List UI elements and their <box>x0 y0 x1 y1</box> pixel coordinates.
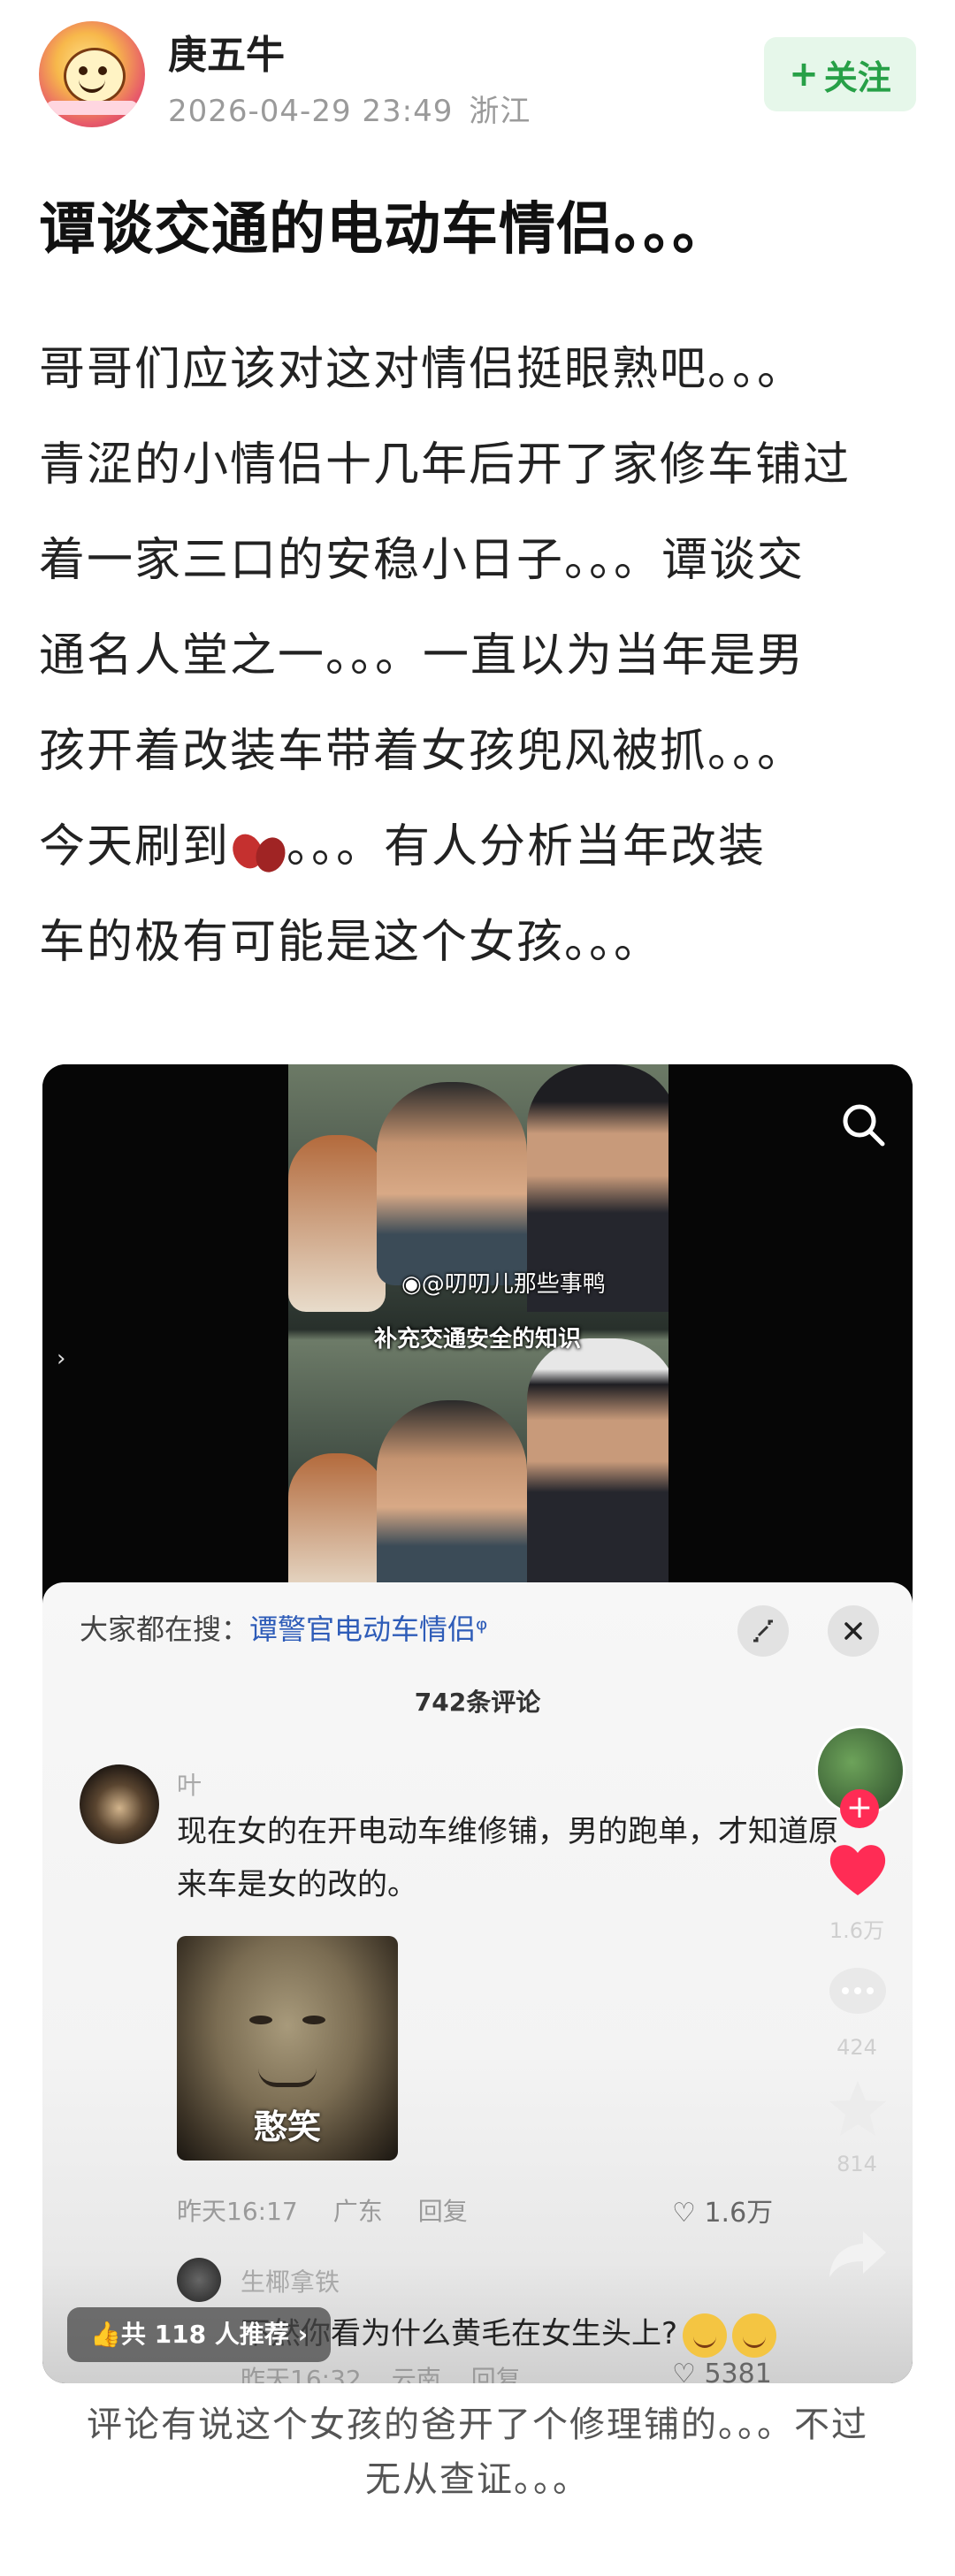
bean-emoji <box>230 832 286 867</box>
weibo-icon: ◉ <box>401 1271 422 1298</box>
post-meta: 2026-04-29 23:49 浙江 <box>168 87 546 130</box>
comment-meta: 昨天16:17 广东 回复 <box>177 2192 503 2228</box>
like-outline-icon: ♡ <box>672 2359 696 2383</box>
post-body: 哥哥们应该对这对情侣挺眼熟吧。。。 青涩的小情侣十几年后开了家修车铺过 着一家三… <box>39 322 923 990</box>
reply-user[interactable]: 生椰拿铁 <box>241 2263 340 2298</box>
reply-meta: 昨天16:32 云南 回复 <box>241 2360 551 2383</box>
search-prefix: 大家都在搜： <box>80 1612 250 1646</box>
body-line: 哥哥们应该对这对情侣挺眼熟吧。。。 <box>39 343 806 396</box>
post-title: 谭谈交通的电动车情侣。。。 <box>39 197 730 263</box>
embedded-screenshot[interactable]: ◉@叨叨儿那些事鸭 补充交通安全的知识 › 大家都在搜：谭警官电动车情侣ᵠ 74… <box>42 1064 913 2383</box>
smile-emoji <box>683 2313 728 2358</box>
star-icon[interactable] <box>824 2077 891 2139</box>
close-icon[interactable] <box>828 1605 879 1657</box>
like-count: 1.6万 <box>829 1918 885 1943</box>
body-line: 通名人堂之一。。。一直以为当年是男 <box>39 629 806 682</box>
heart-icon[interactable] <box>824 1839 891 1901</box>
reply-button[interactable]: 回复 <box>418 2197 468 2226</box>
author-name[interactable]: 庚五牛 <box>168 23 285 80</box>
recommend-badge[interactable]: 👍共 118 人推荐 › <box>67 2307 332 2362</box>
comment-icon[interactable] <box>824 1962 891 2024</box>
video-player[interactable]: ◉@叨叨儿那些事鸭 补充交通安全的知识 › <box>42 1064 913 1595</box>
caption-line: 评论有说这个女孩的爸开了个修理铺的。。。不过 <box>87 2405 868 2445</box>
chevron-right-icon[interactable]: › <box>57 1345 65 1372</box>
body-line: 着一家三口的安稳小日子。。。谭谈交 <box>39 534 806 587</box>
body-fragment: 今天刷到 <box>39 820 231 873</box>
search-keyword[interactable]: 谭警官电动车情侣 <box>249 1612 476 1646</box>
comment-avatar[interactable] <box>80 1764 159 1844</box>
comment-time: 昨天16:17 <box>177 2197 298 2226</box>
side-comment-count: 424 <box>837 2035 877 2060</box>
thumb-up-icon: 👍 <box>90 2320 121 2349</box>
reply-avatar[interactable] <box>177 2258 221 2302</box>
plus-icon: + <box>789 54 819 95</box>
share-icon[interactable] <box>824 2222 891 2284</box>
follow-plus-icon[interactable]: + <box>840 1789 879 1828</box>
search-small-icon: ᵠ <box>476 1612 488 1646</box>
follow-button[interactable]: + 关注 <box>764 37 916 111</box>
recommend-text: 共 118 人推荐 › <box>120 2320 309 2349</box>
post-caption: 评论有说这个女孩的爸开了个修理铺的。。。不过 无从查证。。。 <box>35 2397 920 2507</box>
body-line: 孩开着改装车带着女孩兜风被抓。。。 <box>39 725 806 778</box>
reply-like[interactable]: ♡ 5381 <box>672 2359 772 2383</box>
comment-like[interactable]: ♡ 1.6万 <box>672 2191 773 2229</box>
comment-user[interactable]: 叶 <box>177 1766 202 1802</box>
post-timestamp: 2026-04-29 23:49 <box>168 94 454 129</box>
comment-region: 广东 <box>332 2197 383 2226</box>
trending-search[interactable]: 大家都在搜：谭警官电动车情侣ᵠ <box>80 1607 487 1648</box>
reply-like-count: 5381 <box>704 2359 772 2383</box>
meme-caption: 憨笑 <box>253 2107 321 2146</box>
search-icon[interactable] <box>838 1100 888 1149</box>
body-fragment: 。。。有人分析当年改装 <box>286 820 767 873</box>
follow-label: 关注 <box>823 57 891 97</box>
caption-line: 无从查证。。。 <box>365 2459 590 2500</box>
expand-icon[interactable] <box>737 1605 789 1657</box>
smile-emoji <box>732 2313 777 2358</box>
reply-region: 云南 <box>391 2365 441 2383</box>
body-line: 今天刷到 。。。有人分析当年改装 <box>39 799 923 895</box>
reply-button[interactable]: 回复 <box>471 2365 521 2383</box>
video-watermark: ◉@叨叨儿那些事鸭 <box>401 1266 606 1299</box>
post-location: 浙江 <box>469 94 531 129</box>
reply-time: 昨天16:32 <box>241 2365 362 2383</box>
comment-text: 现在女的在开电动车维修铺，男的跑单，才知道原来车是女的改的。 <box>177 1814 838 1902</box>
fav-count: 814 <box>837 2152 877 2176</box>
body-line: 车的极有可能是这个女孩。。。 <box>39 916 662 969</box>
like-outline-icon: ♡ <box>672 2198 696 2229</box>
body-line: 青涩的小情侣十几年后开了家修车铺过 <box>39 438 852 492</box>
comment-count: 742条评论 <box>414 1688 541 1717</box>
author-avatar[interactable] <box>39 21 145 127</box>
video-subtitle: 补充交通安全的知识 <box>373 1326 581 1353</box>
comment-like-count: 1.6万 <box>704 2198 774 2229</box>
meme-image[interactable]: 憨笑 <box>177 1936 398 2161</box>
comment-panel: 大家都在搜：谭警官电动车情侣ᵠ 742条评论 叶 现在女的在开电动车维修铺，男的… <box>42 1582 913 2383</box>
watermark-text: @叨叨儿那些事鸭 <box>421 1271 606 1298</box>
